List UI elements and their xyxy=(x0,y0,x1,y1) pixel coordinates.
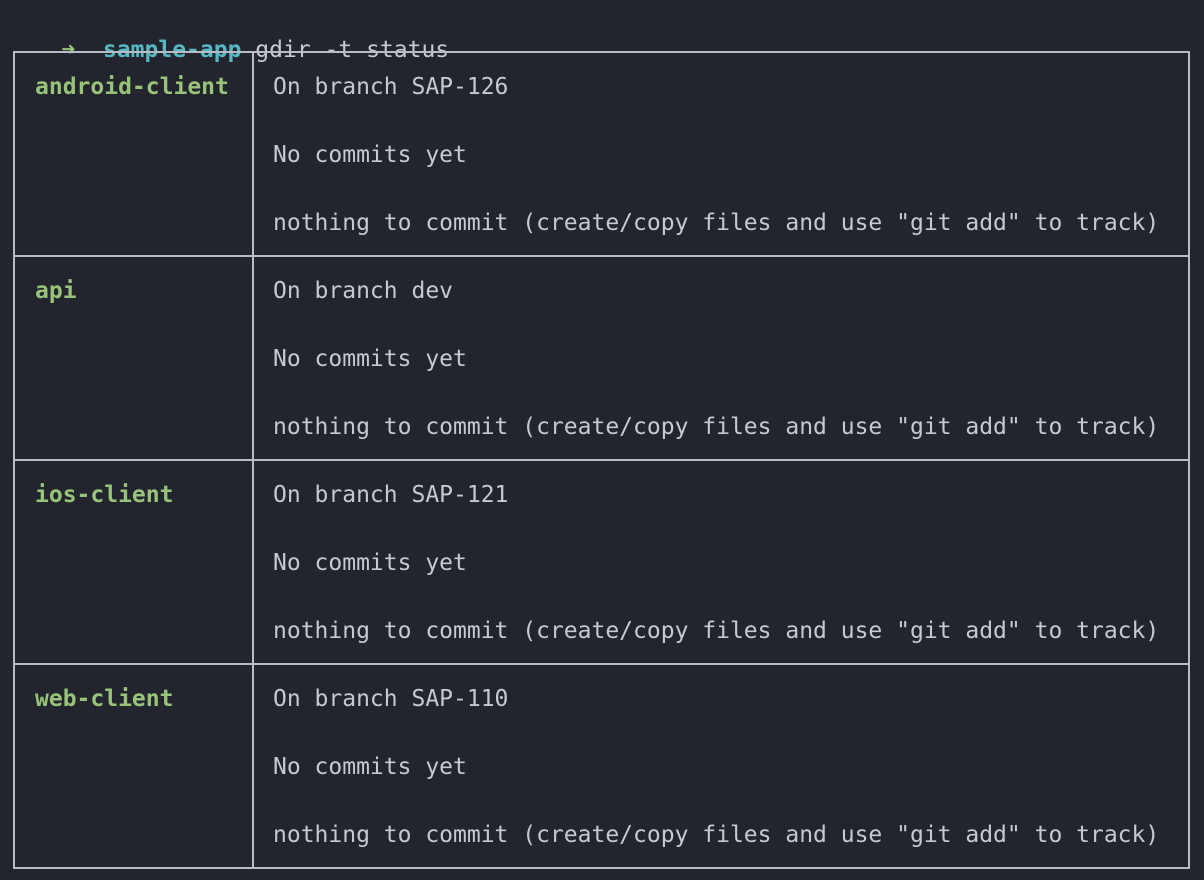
hint-line: nothing to commit (create/copy files and… xyxy=(273,210,1160,236)
prompt-line: ➜ sample-app gdir -t status xyxy=(6,2,449,63)
commits-line: No commits yet xyxy=(273,346,467,372)
status-cell: On branch SAP-121 No commits yet nothing… xyxy=(252,459,1190,665)
commits-line: No commits yet xyxy=(273,550,467,576)
table-row: web-client On branch SAP-110 No commits … xyxy=(13,663,1190,869)
table-row: api On branch dev No commits yet nothing… xyxy=(13,255,1190,461)
commits-line: No commits yet xyxy=(273,754,467,780)
repo-name: web-client xyxy=(35,686,174,712)
branch-line: On branch SAP-126 xyxy=(273,74,509,100)
status-cell: On branch SAP-110 No commits yet nothing… xyxy=(252,663,1190,869)
status-cell: On branch dev No commits yet nothing to … xyxy=(252,255,1190,461)
repo-cell: api xyxy=(13,255,254,461)
repo-cell: android-client xyxy=(13,51,254,257)
hint-line: nothing to commit (create/copy files and… xyxy=(273,414,1160,440)
commits-line: No commits yet xyxy=(273,142,467,168)
terminal-window[interactable]: ➜ sample-app gdir -t status android-clie… xyxy=(0,0,1204,880)
table-row: android-client On branch SAP-126 No comm… xyxy=(13,51,1190,257)
hint-line: nothing to commit (create/copy files and… xyxy=(273,618,1160,644)
branch-line: On branch SAP-121 xyxy=(273,482,509,508)
hint-line: nothing to commit (create/copy files and… xyxy=(273,822,1160,848)
table-row: ios-client On branch SAP-121 No commits … xyxy=(13,459,1190,665)
status-cell: On branch SAP-126 No commits yet nothing… xyxy=(252,51,1190,257)
repo-cell: web-client xyxy=(13,663,254,869)
repo-name: android-client xyxy=(35,74,229,100)
repo-cell: ios-client xyxy=(13,459,254,665)
repo-name: ios-client xyxy=(35,482,174,508)
branch-line: On branch SAP-110 xyxy=(273,686,509,712)
branch-line: On branch dev xyxy=(273,278,454,304)
repo-name: api xyxy=(35,278,77,304)
status-table: android-client On branch SAP-126 No comm… xyxy=(13,51,1190,869)
